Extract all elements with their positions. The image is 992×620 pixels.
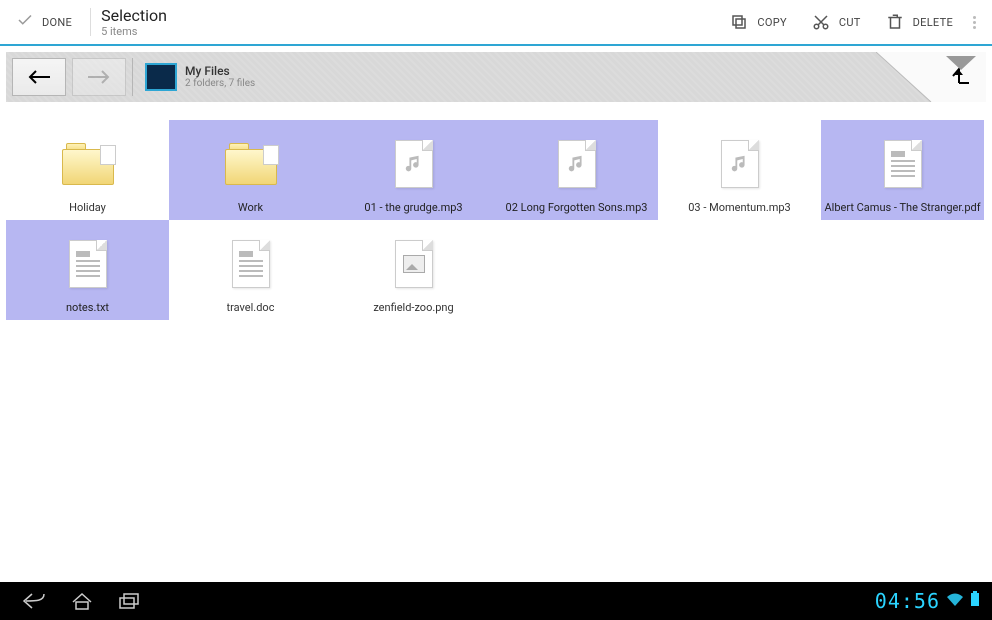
document-file-icon <box>884 140 922 188</box>
folded-shadow <box>946 56 986 74</box>
file-item[interactable]: zenfield-zoo.png <box>332 220 495 320</box>
cut-label: CUT <box>839 16 861 29</box>
audio-file-icon <box>721 140 759 188</box>
file-item[interactable]: Work <box>169 120 332 220</box>
battery-icon <box>970 591 980 611</box>
done-button[interactable]: DONE <box>8 11 80 33</box>
file-name: notes.txt <box>66 301 109 314</box>
file-name: Holiday <box>69 201 106 214</box>
overflow-menu-button[interactable] <box>965 14 984 31</box>
file-name: Albert Camus - The Stranger.pdf <box>824 201 980 214</box>
scissors-icon <box>811 12 831 32</box>
file-icon-wrap <box>171 126 330 201</box>
system-nav-bar: 04:56 <box>0 582 992 620</box>
file-item[interactable]: travel.doc <box>169 220 332 320</box>
file-icon-wrap <box>660 126 819 201</box>
file-icon-wrap <box>823 126 982 201</box>
sys-recent-button[interactable] <box>106 582 154 620</box>
file-name: 03 - Momentum.mp3 <box>688 201 791 214</box>
file-name: 02 Long Forgotten Sons.mp3 <box>506 201 648 214</box>
copy-icon <box>729 12 749 32</box>
done-label: DONE <box>42 16 72 29</box>
file-grid: Holiday Work 01 - the grudge.mp3 02 Long Fo… <box>0 108 992 332</box>
file-icon-wrap <box>8 126 167 201</box>
document-file-icon <box>232 240 270 288</box>
nav-back-button[interactable] <box>12 58 66 96</box>
breadcrumb-bar: My Files 2 folders, 7 files <box>6 52 986 102</box>
file-icon-wrap <box>334 226 493 301</box>
system-clock: 04:56 <box>875 589 940 613</box>
document-file-icon <box>69 240 107 288</box>
file-icon-wrap <box>497 126 656 201</box>
file-item[interactable]: notes.txt <box>6 220 169 320</box>
cut-button[interactable]: CUT <box>799 0 873 45</box>
file-icon-wrap <box>171 226 330 301</box>
file-item[interactable]: 03 - Momentum.mp3 <box>658 120 821 220</box>
separator <box>90 8 91 36</box>
breadcrumb-detail: 2 folders, 7 files <box>185 78 255 90</box>
folder-icon <box>225 143 277 185</box>
page-title: Selection <box>101 6 167 25</box>
audio-file-icon <box>395 140 433 188</box>
file-name: zenfield-zoo.png <box>373 301 453 314</box>
file-name: Work <box>238 201 263 214</box>
file-item[interactable]: 01 - the grudge.mp3 <box>332 120 495 220</box>
trash-icon <box>885 12 905 32</box>
delete-label: DELETE <box>913 16 953 29</box>
file-item[interactable]: Holiday <box>6 120 169 220</box>
file-item[interactable]: Albert Camus - The Stranger.pdf <box>821 120 984 220</box>
delete-button[interactable]: DELETE <box>873 0 965 45</box>
file-item[interactable]: 02 Long Forgotten Sons.mp3 <box>495 120 658 220</box>
file-name: travel.doc <box>227 301 275 314</box>
breadcrumb-name: My Files <box>185 64 255 78</box>
selection-count: 5 items <box>101 25 167 38</box>
copy-button[interactable]: COPY <box>717 0 798 45</box>
file-name: 01 - the grudge.mp3 <box>364 201 462 214</box>
audio-file-icon <box>558 140 596 188</box>
nav-forward-button <box>72 58 126 96</box>
title-group: Selection 5 items <box>101 6 167 38</box>
check-icon <box>16 11 34 33</box>
wifi-icon <box>946 592 964 611</box>
sys-back-button[interactable] <box>10 582 58 620</box>
drive-icon <box>145 63 177 91</box>
breadcrumb-root[interactable]: My Files 2 folders, 7 files <box>137 58 263 96</box>
file-icon-wrap <box>334 126 493 201</box>
image-file-icon <box>395 240 433 288</box>
copy-label: COPY <box>757 16 786 29</box>
action-bar: DONE Selection 5 items COPY CUT DELETE <box>0 0 992 46</box>
sys-home-button[interactable] <box>58 582 106 620</box>
file-icon-wrap <box>8 226 167 301</box>
folder-icon <box>62 143 114 185</box>
